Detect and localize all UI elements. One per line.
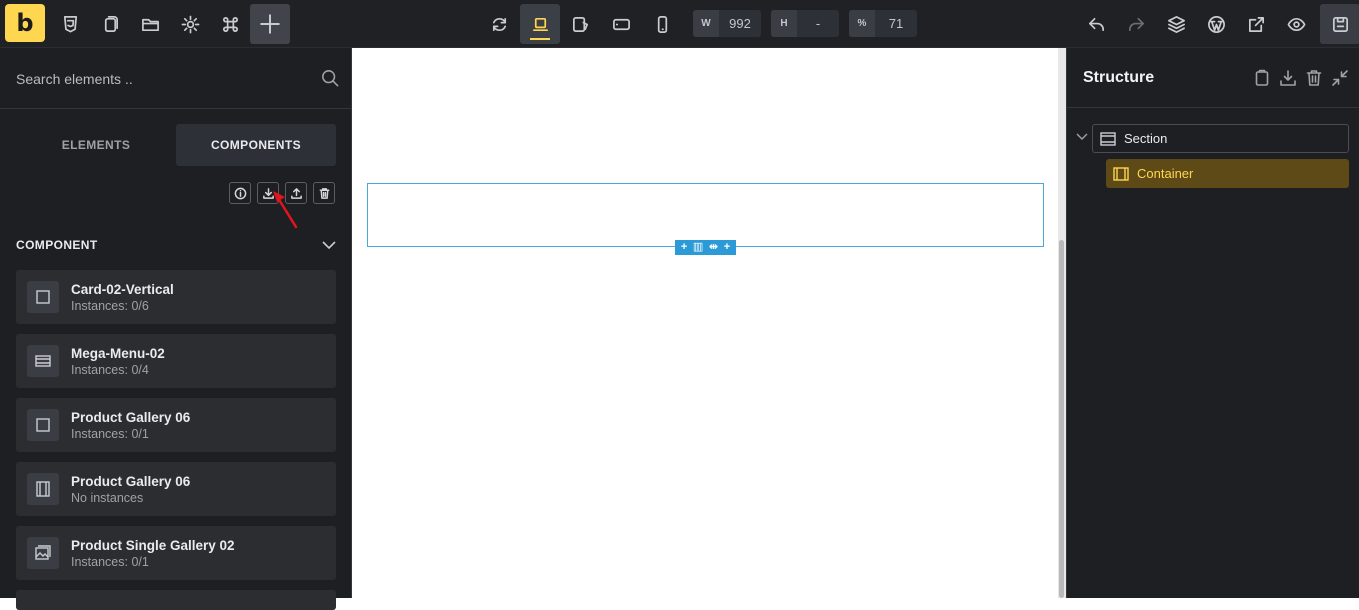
layers-icon[interactable] [1156,4,1196,44]
component-instances: Instances: 0/1 [71,427,149,441]
node-label: Container [1137,166,1194,181]
folder-icon[interactable] [130,4,170,44]
component-instances: Instances: 0/4 [71,363,149,377]
zoom-label: % [849,10,875,37]
delete-icon [319,187,329,199]
brand-logo[interactable]: b [5,4,45,42]
width-label: W [693,10,719,37]
tab-components[interactable]: COMPONENTS [176,124,336,166]
elements-panel: ELEMENTS COMPONENTS COMPONENT Card-02-Ve… [0,48,352,610]
component-name: Card-02-Vertical [71,282,174,297]
component-section-header[interactable]: COMPONENT [16,237,336,253]
square-icon [27,409,59,441]
structure-node-section[interactable]: Section [1092,124,1349,153]
refresh-icon[interactable] [479,4,519,44]
save-icon[interactable] [1320,4,1359,44]
trash-icon[interactable] [1305,69,1323,87]
height-value[interactable]: - [797,10,839,37]
list-item[interactable]: Product Single Gallery 02 Instances: 0/1 [16,526,336,580]
columns-control[interactable]: ▥ [693,242,703,253]
clipboard-icon[interactable] [1253,69,1271,87]
list-item[interactable]: Card-02-Vertical Instances: 0/6 [16,270,336,324]
width-field[interactable]: W 992 [693,10,761,37]
node-label: Section [1124,131,1168,146]
search-icon[interactable] [321,69,339,87]
add-before-control[interactable]: + [681,242,687,253]
settings-icon[interactable] [170,4,210,44]
container-icon [27,473,59,505]
chevron-down-icon[interactable] [322,240,336,250]
component-name: Product Gallery 06 [71,410,191,425]
move-control[interactable]: ⇹ [709,242,718,253]
list-item[interactable]: Mega-Menu-02 Instances: 0/4 [16,334,336,388]
canvas-scrollbar[interactable] [1058,48,1066,598]
height-label: H [771,10,797,37]
list-item[interactable] [16,590,336,610]
zoom-field[interactable]: % 71 [849,10,917,37]
structure-panel: Structure Section Container [1066,48,1359,598]
structure-node-container[interactable]: Container [1106,159,1349,188]
mobile-icon[interactable] [642,4,682,44]
tablet-icon[interactable] [601,4,641,44]
chevron-down-icon[interactable] [1076,133,1088,141]
add-after-control[interactable]: + [724,242,730,253]
external-link-icon[interactable] [1236,4,1276,44]
list-item[interactable]: Product Gallery 06 Instances: 0/1 [16,398,336,452]
section-icon [1100,131,1116,146]
builder-canvas[interactable]: + ▥ ⇹ + [353,48,1058,598]
undo-icon[interactable] [1076,4,1116,44]
collapse-icon[interactable] [1331,69,1349,87]
tab-elements[interactable]: ELEMENTS [16,124,176,166]
component-name: Product Single Gallery 02 [71,538,235,553]
component-name: Product Gallery 06 [71,474,191,489]
red-arrow-annotation [273,191,298,229]
delete-button[interactable] [313,182,335,204]
add-icon[interactable] [250,4,290,44]
scrollbar-thumb[interactable] [1059,240,1064,598]
css3-icon[interactable] [50,4,90,44]
section-title: COMPONENT [16,238,98,252]
component-instances: Instances: 0/6 [71,299,149,313]
top-toolbar: b W 992 H - % 71 [0,0,1359,48]
structure-header: Structure [1067,48,1359,108]
download-icon[interactable] [1279,69,1297,87]
search-input[interactable] [16,68,306,90]
component-instances: Instances: 0/1 [71,555,149,569]
container-controls: + ▥ ⇹ + [675,240,736,255]
zoom-value[interactable]: 71 [875,10,917,37]
structure-title: Structure [1083,69,1155,86]
container-icon [1113,166,1129,181]
command-icon[interactable] [210,4,250,44]
gallery-icon [27,537,59,569]
list-item[interactable]: Product Gallery 06 No instances [16,462,336,516]
section-icon [27,345,59,377]
info-icon [234,187,246,199]
preview-icon[interactable] [1276,4,1316,44]
search-bar [0,48,351,109]
component-list: Card-02-Vertical Instances: 0/6 Mega-Men… [16,270,336,610]
square-icon [27,281,59,313]
selected-container[interactable] [367,183,1044,247]
component-instances: No instances [71,491,144,505]
structure-tools [1253,69,1349,87]
redo-icon[interactable] [1116,4,1156,44]
component-name: Mega-Menu-02 [71,346,165,361]
panel-tabs: ELEMENTS COMPONENTS [16,124,336,166]
pages-icon[interactable] [90,4,130,44]
wordpress-icon[interactable] [1196,4,1236,44]
width-value[interactable]: 992 [719,10,761,37]
laptop-icon[interactable] [520,4,560,44]
info-button[interactable] [229,182,251,204]
height-field[interactable]: H - [771,10,839,37]
tablet-landscape-icon[interactable] [560,4,600,44]
